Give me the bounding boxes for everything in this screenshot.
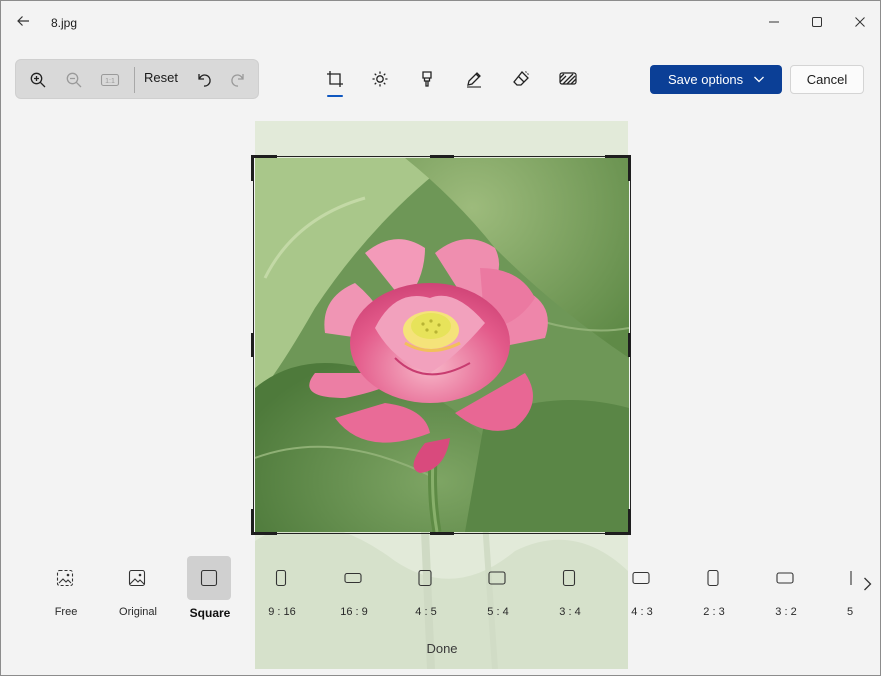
aspect-original[interactable]: Original [115, 556, 161, 620]
crop-tool-button[interactable] [323, 67, 347, 91]
aspect-4-3-icon-wrap [619, 556, 663, 600]
strip-next-button[interactable] [859, 573, 875, 595]
aspect-3-4-icon-wrap [547, 556, 591, 600]
title-bar: 8.jpg [1, 1, 880, 45]
arrow-left-icon [17, 16, 29, 26]
aspect-free[interactable]: Free [43, 556, 89, 620]
portrait-ratio-icon [275, 569, 287, 587]
adjust-tool-button[interactable] [368, 67, 392, 91]
portrait-ratio-icon [562, 569, 576, 587]
crop-icon [327, 71, 343, 87]
aspect-3-2-icon-wrap [763, 556, 807, 600]
close-icon [855, 17, 865, 27]
window-title: 8.jpg [51, 16, 78, 30]
landscape-ratio-icon [488, 571, 506, 585]
aspect-16-9-icon-wrap [331, 556, 375, 600]
actual-size-label: 1:1 [105, 78, 115, 85]
markup-tool-button[interactable] [462, 67, 486, 91]
minimize-icon [769, 21, 779, 23]
minimize-button[interactable] [759, 9, 789, 35]
actual-size-icon: 1:1 [100, 73, 120, 87]
crop-handle-top-left[interactable] [251, 155, 277, 158]
aspect-3-4[interactable]: 3 : 4 [547, 556, 593, 620]
aspect-square-icon-wrap [187, 556, 231, 600]
aspect-partial-icon-wrap [835, 556, 857, 600]
back-button[interactable] [11, 9, 35, 33]
erase-tool-button[interactable] [509, 67, 533, 91]
done-button[interactable]: Done [411, 641, 473, 656]
redo-button[interactable] [226, 68, 250, 92]
aspect-4-3[interactable]: 4 : 3 [619, 556, 665, 620]
crop-handle-top-left-v[interactable] [251, 155, 254, 181]
active-tool-indicator [327, 95, 343, 97]
chevron-down-icon [754, 76, 764, 83]
redo-icon [231, 74, 244, 87]
lotus-photo [255, 158, 629, 532]
aspect-partial-clip: 5 [835, 556, 857, 626]
zoom-in-button[interactable] [26, 68, 50, 92]
aspect-16-9[interactable]: 16 : 9 [331, 556, 377, 620]
aspect-3-2[interactable]: 3 : 2 [763, 556, 809, 620]
markup-pen-icon [467, 72, 481, 88]
aspect-square[interactable]: Square [187, 556, 233, 620]
aspect-2-3[interactable]: 2 : 3 [691, 556, 737, 620]
aspect-4-5-icon-wrap [403, 556, 447, 600]
undo-button[interactable] [192, 68, 216, 92]
portrait-ratio-icon [418, 569, 432, 587]
aspect-3-2-label: 3 : 2 [775, 606, 797, 618]
actual-size-button[interactable]: 1:1 [98, 68, 122, 92]
landscape-ratio-icon [632, 571, 650, 585]
aspect-9-16[interactable]: 9 : 16 [259, 556, 305, 620]
zoom-toolbar: 1:1 Reset [15, 59, 259, 99]
aspect-free-icon-wrap [43, 556, 87, 600]
zoom-in-icon [30, 72, 46, 88]
background-tool-button[interactable] [556, 67, 580, 91]
toolbar-divider [134, 67, 135, 93]
free-crop-icon [56, 569, 74, 587]
crop-handle-left[interactable] [251, 333, 254, 357]
save-options-button[interactable]: Save options [650, 65, 782, 94]
aspect-original-icon-wrap [115, 556, 159, 600]
portrait-ratio-icon [707, 569, 719, 587]
reset-button[interactable]: Reset [144, 70, 178, 85]
aspect-partial[interactable]: 5 [835, 556, 857, 620]
square-ratio-icon [200, 569, 218, 587]
close-button[interactable] [845, 9, 875, 35]
filter-icon [422, 71, 432, 87]
cancel-button[interactable]: Cancel [790, 65, 864, 94]
background-blur-icon [559, 72, 577, 85]
aspect-partial-label: 5 [847, 606, 854, 618]
brightness-icon [372, 71, 388, 87]
crop-handle-right[interactable] [628, 333, 631, 357]
maximize-button[interactable] [802, 9, 832, 35]
crop-handle-bottom-right[interactable] [605, 532, 631, 535]
crop-handle-top-right-v[interactable] [628, 155, 631, 181]
photo-preview[interactable] [255, 158, 629, 532]
zoom-out-button[interactable] [62, 68, 86, 92]
aspect-5-4-icon-wrap [475, 556, 519, 600]
aspect-2-3-icon-wrap [691, 556, 735, 600]
chevron-right-icon [864, 577, 872, 591]
landscape-ratio-icon [776, 572, 794, 584]
aspect-5-4[interactable]: 5 : 4 [475, 556, 521, 620]
crop-handle-bottom[interactable] [430, 532, 454, 535]
eraser-icon [513, 71, 529, 86]
undo-icon [198, 74, 211, 87]
aspect-4-5[interactable]: 4 : 5 [403, 556, 449, 620]
aspect-9-16-icon-wrap [259, 556, 303, 600]
filter-tool-button[interactable] [415, 67, 439, 91]
original-image-icon [128, 569, 146, 587]
maximize-icon [812, 17, 822, 27]
landscape-ratio-icon [344, 572, 362, 584]
crop-handle-top[interactable] [430, 155, 454, 158]
save-options-label: Save options [668, 72, 744, 87]
crop-handle-bottom-left[interactable] [251, 532, 277, 535]
portrait-ratio-icon [850, 571, 852, 585]
zoom-out-icon [66, 72, 82, 88]
